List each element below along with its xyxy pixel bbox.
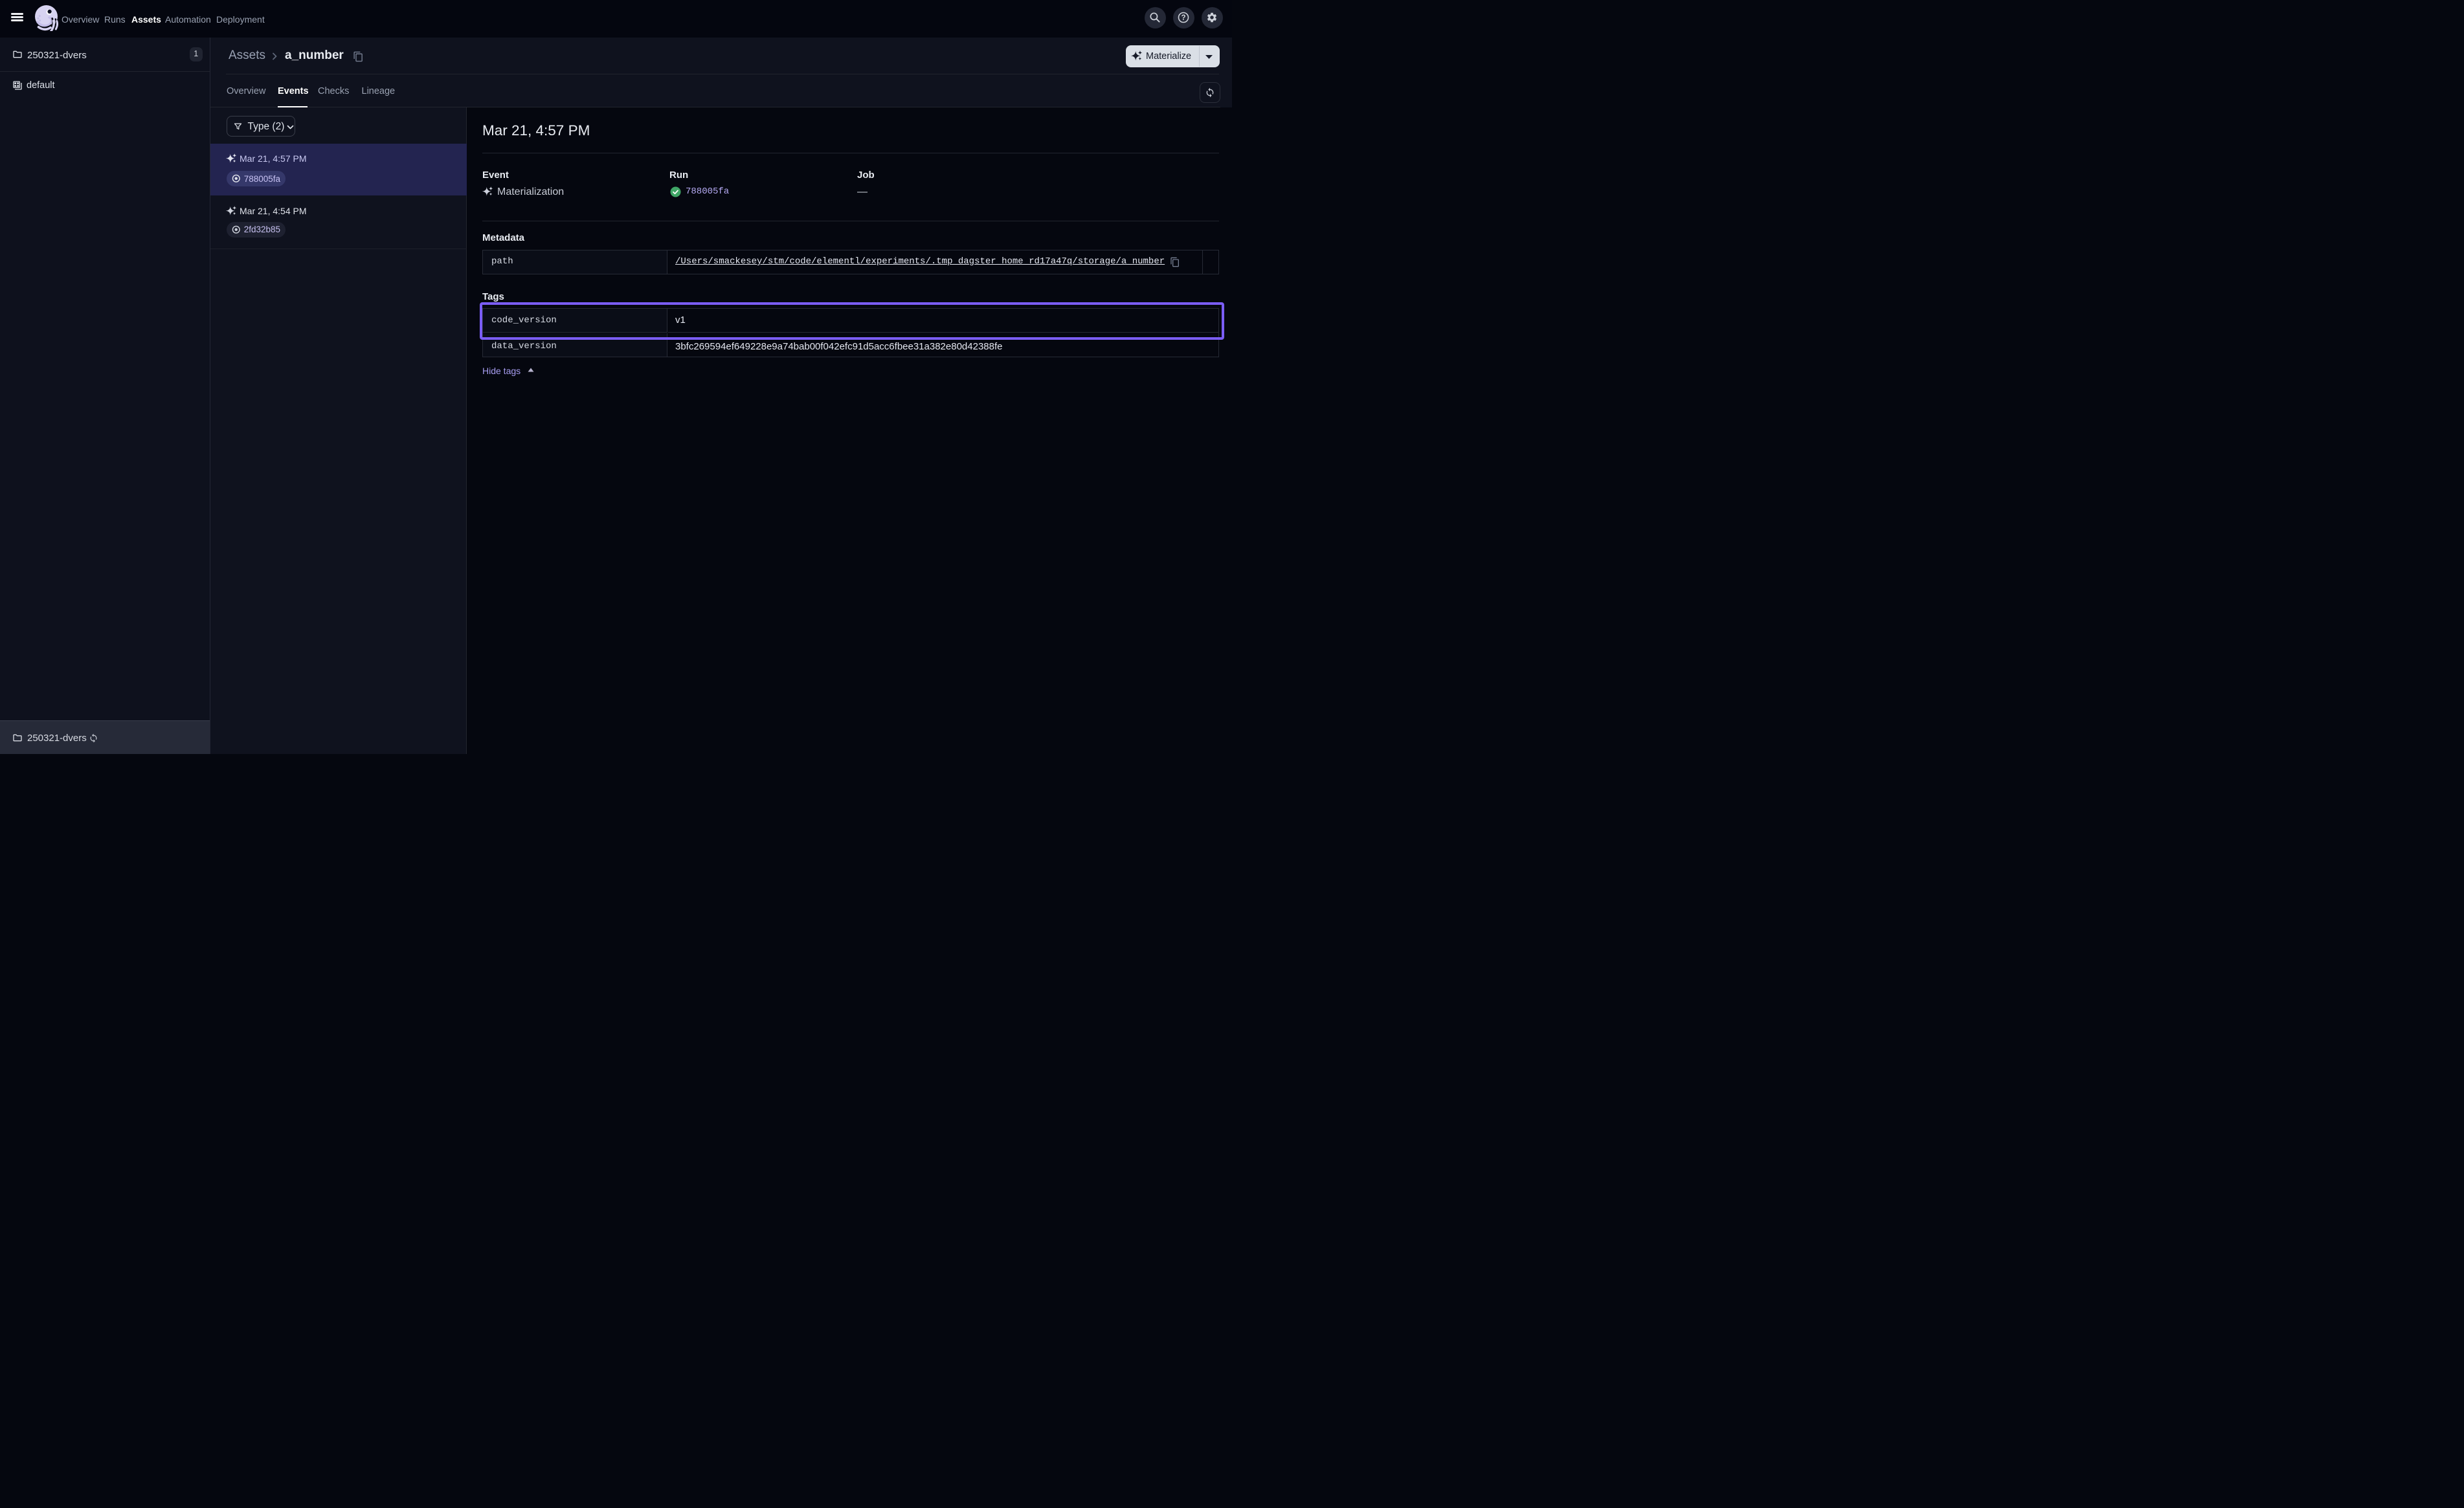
svg-text:?: ?	[1181, 14, 1185, 22]
